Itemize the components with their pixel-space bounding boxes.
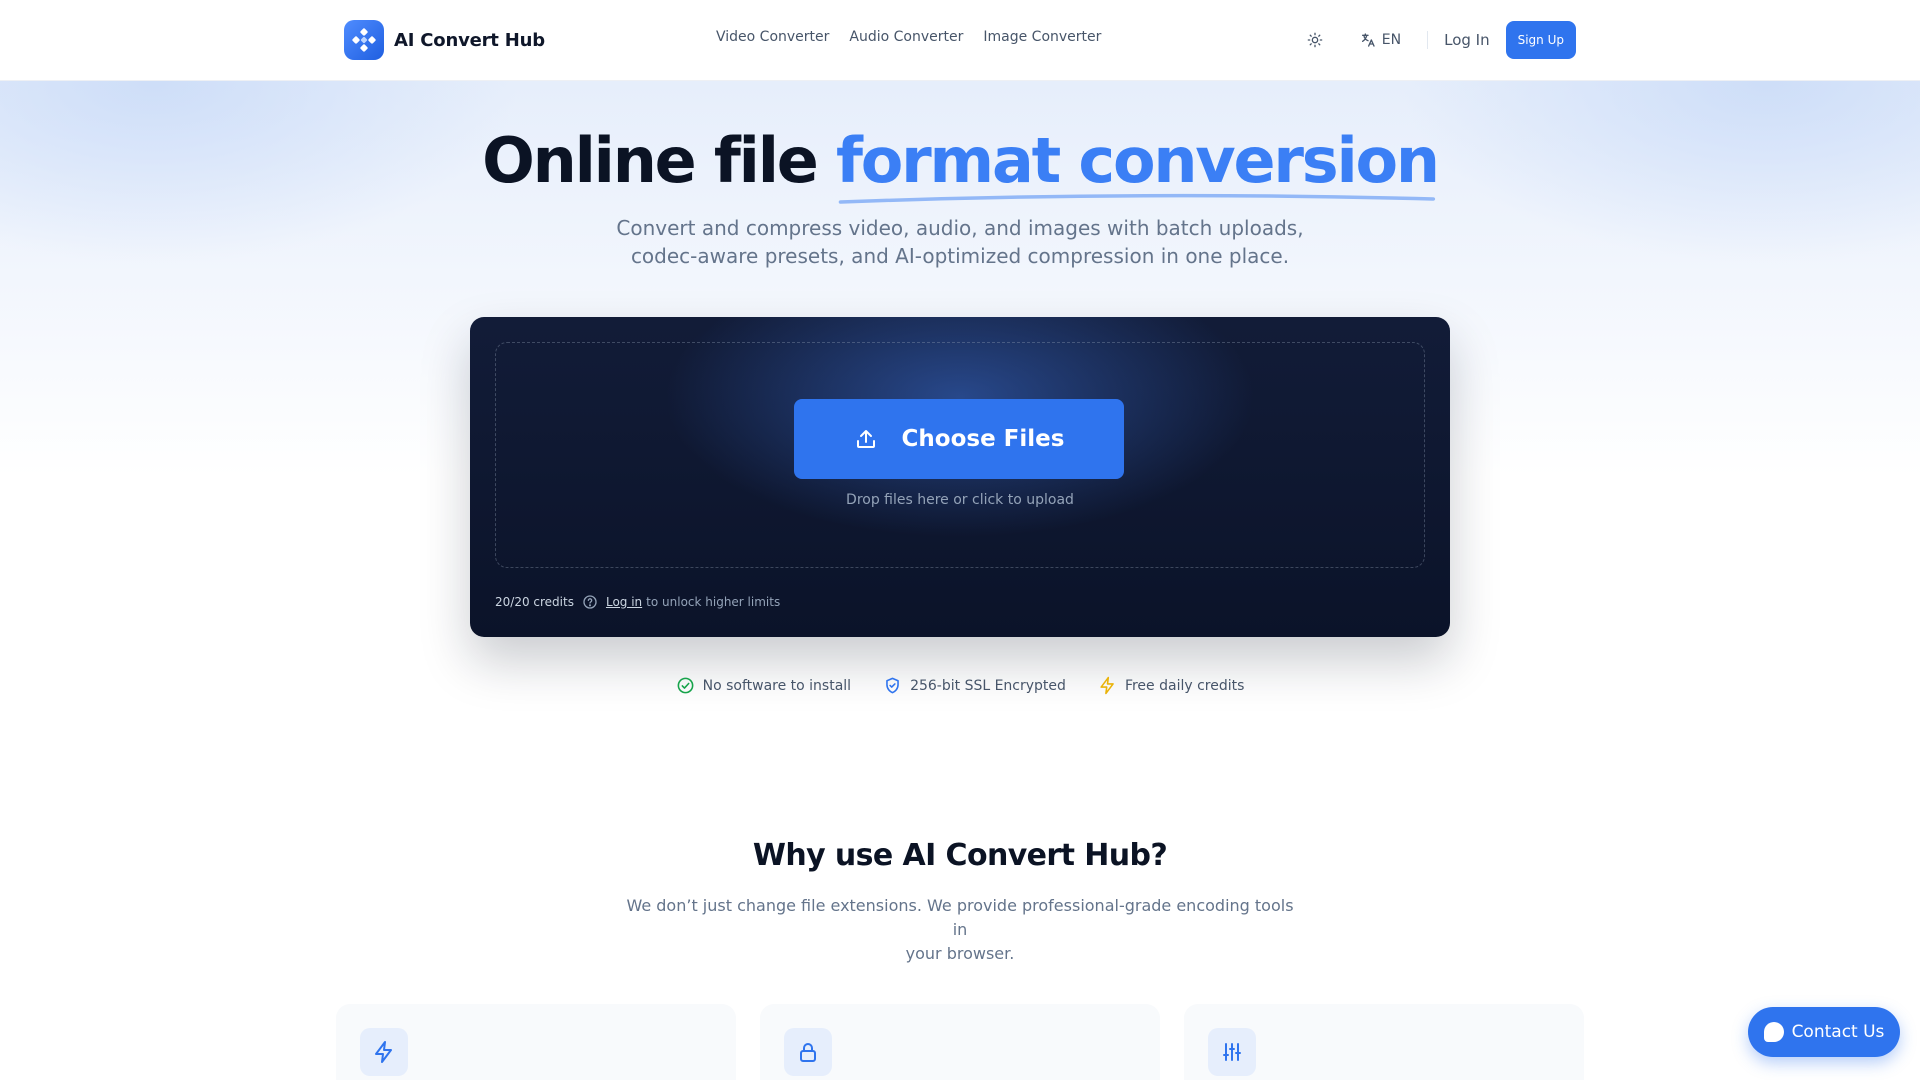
why-subtitle-line2: your browser.: [905, 944, 1015, 963]
why-subtitle-line1: We don’t just change file extensions. We…: [626, 896, 1294, 939]
signup-button[interactable]: Sign Up: [1505, 21, 1576, 59]
feature-icon-badge: [1208, 1028, 1256, 1076]
lightning-icon: [375, 1041, 392, 1063]
upload-icon: [856, 430, 875, 448]
hero-title-accent: format conversion: [836, 124, 1440, 204]
hero-title: Online file format conversion: [0, 124, 1920, 204]
sliders-icon: [1223, 1043, 1241, 1061]
language-label: EN: [1381, 32, 1402, 48]
header-divider: [1427, 31, 1429, 49]
unlock-text: to unlock higher limits: [646, 595, 781, 609]
hero-subtitle-line2: codec-aware presets, and AI-optimized co…: [630, 244, 1290, 268]
login-link[interactable]: Log In: [1444, 31, 1490, 49]
hero-subtitle: Convert and compress video, audio, and i…: [560, 214, 1360, 270]
lock-icon: [800, 1043, 816, 1062]
hero-title-plain: Online file: [482, 124, 836, 197]
credits-info: 20/20 credits Log in to unlock higher li…: [495, 594, 780, 610]
feature-icon-badge: [360, 1028, 408, 1076]
badge-label: Free daily credits: [1124, 677, 1245, 694]
feature-card-speed: [336, 1004, 736, 1080]
language-selector[interactable]: EN: [1360, 32, 1401, 48]
drop-hint: Drop files here or click to upload: [846, 492, 1074, 508]
nav-audio-converter[interactable]: Audio Converter: [849, 29, 963, 45]
badge-credits: Free daily credits: [1098, 676, 1244, 695]
why-section-subtitle: We don’t just change file extensions. We…: [620, 894, 1300, 966]
credits-count: 20/20 credits: [495, 595, 574, 609]
nav-video-converter[interactable]: Video Converter: [716, 29, 829, 45]
shield-icon: [886, 677, 899, 694]
title-underline: [838, 193, 1436, 204]
badge-no-software: No software to install: [676, 676, 851, 695]
feature-card-presets: [1184, 1004, 1584, 1080]
contact-label: Contact Us: [1791, 1022, 1885, 1042]
sun-icon: [1307, 32, 1323, 48]
contact-us-button[interactable]: Contact Us: [1748, 1007, 1900, 1057]
choose-files-button[interactable]: Choose Files: [794, 399, 1124, 479]
nav-image-converter[interactable]: Image Converter: [983, 29, 1101, 45]
feature-badges: No software to install 256-bit SSL Encry…: [0, 676, 1920, 695]
theme-toggle-button[interactable]: [1300, 25, 1330, 55]
why-section-title: Why use AI Convert Hub?: [752, 838, 1168, 873]
badge-ssl: 256-bit SSL Encrypted: [883, 676, 1066, 695]
main-nav: Video Converter Audio Converter Image Co…: [716, 29, 1101, 45]
badge-label: No software to install: [702, 677, 852, 694]
badge-label: 256-bit SSL Encrypted: [910, 677, 1066, 694]
lightning-icon: [1100, 676, 1114, 695]
feature-icon-badge: [784, 1028, 832, 1076]
hero-title-accent-text: format conversion: [836, 124, 1440, 197]
help-circle-icon[interactable]: [582, 594, 598, 610]
logo-icon: [344, 20, 384, 60]
chat-bubble-icon: [1763, 1022, 1784, 1042]
brand-logo[interactable]: AI Convert Hub: [344, 20, 545, 60]
header-actions: EN Log In Sign Up: [1300, 21, 1576, 59]
site-header: AI Convert Hub Video Converter Audio Con…: [0, 0, 1920, 81]
brand-name: AI Convert Hub: [394, 29, 545, 51]
hero-subtitle-line1: Convert and compress video, audio, and i…: [616, 216, 1304, 240]
feature-card-security: [760, 1004, 1160, 1080]
choose-files-label: Choose Files: [901, 426, 1065, 452]
check-circle-icon: [677, 677, 694, 694]
translate-icon: [1361, 33, 1375, 47]
credits-login-link[interactable]: Log in: [606, 595, 642, 609]
